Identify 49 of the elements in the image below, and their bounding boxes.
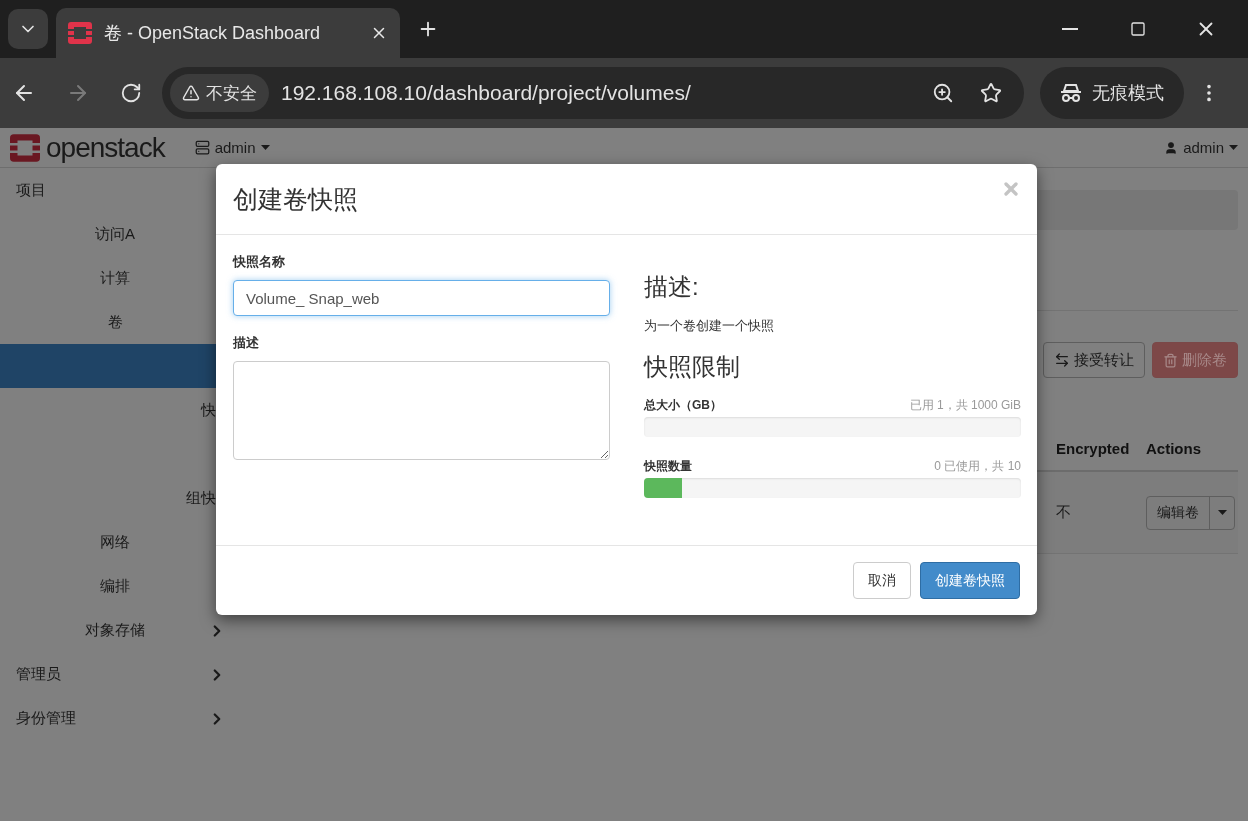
caret-icon bbox=[260, 145, 270, 150]
toolbar-button[interactable]: 删除卷 bbox=[1152, 342, 1238, 378]
cancel-button[interactable]: 取消 bbox=[853, 562, 911, 599]
caret-icon bbox=[1229, 145, 1238, 150]
sidebar-item[interactable]: 管理员 bbox=[0, 652, 230, 696]
address-bar[interactable]: 不安全 192.168.108.10/dashboard/project/volumes/ bbox=[162, 67, 1024, 119]
incognito-chip[interactable]: 无痕模式 bbox=[1040, 67, 1184, 119]
minimize-icon bbox=[1062, 28, 1078, 30]
close-icon bbox=[1001, 179, 1021, 199]
incognito-icon bbox=[1060, 83, 1082, 103]
trash-icon bbox=[1163, 352, 1178, 368]
logo[interactable]: openstack bbox=[10, 131, 165, 164]
section-heading: 快照限制 bbox=[644, 352, 741, 382]
table-cell-text: 不 bbox=[1055, 503, 1072, 522]
column-header: Encrypted bbox=[1055, 440, 1131, 459]
user-icon bbox=[1164, 140, 1179, 155]
field-label: 快照名称 bbox=[233, 253, 286, 271]
url-text: 192.168.108.10/dashboard/project/volumes/ bbox=[281, 81, 692, 105]
server-icon bbox=[194, 140, 210, 155]
zoom-icon[interactable] bbox=[932, 82, 954, 104]
browser-tab[interactable]: 卷 - OpenStack Dashboard bbox=[56, 8, 400, 58]
meter-label: 快照数量 bbox=[644, 458, 692, 475]
field-label: 描述 bbox=[233, 334, 260, 352]
warning-icon bbox=[182, 84, 200, 102]
meter-reading: 已用 1，共 1000 GiB bbox=[909, 397, 1021, 414]
user-dropdown[interactable]: admin bbox=[1164, 139, 1238, 156]
action-split-button[interactable]: 编辑卷 bbox=[1146, 495, 1235, 530]
submit-button[interactable]: 创建卷快照 bbox=[920, 562, 1020, 599]
section-heading: 描述: bbox=[644, 272, 700, 302]
logo-icon bbox=[68, 22, 92, 44]
logo-icon bbox=[10, 133, 40, 162]
security-chip[interactable]: 不安全 bbox=[170, 74, 269, 112]
sidebar-item[interactable]: 对象存储 bbox=[0, 608, 230, 652]
sidebar-item[interactable]: 身份管理 bbox=[0, 696, 230, 740]
transfer-icon bbox=[1054, 352, 1070, 368]
description-field[interactable] bbox=[233, 361, 610, 460]
project-dropdown[interactable]: admin bbox=[194, 139, 270, 156]
caret-icon bbox=[1217, 510, 1227, 515]
tab-title: 卷 - OpenStack Dashboard bbox=[104, 22, 322, 45]
meter-reading: 0 已使用，共 10 bbox=[934, 458, 1021, 475]
description-text: 为一个卷创建一个快照 bbox=[644, 317, 775, 335]
column-header: Actions bbox=[1145, 440, 1202, 459]
maximize-icon bbox=[1130, 21, 1146, 37]
toolbar-button[interactable]: 接受转让 bbox=[1043, 342, 1145, 378]
star-icon[interactable] bbox=[980, 82, 1002, 104]
modal-title: 创建卷快照 bbox=[233, 183, 358, 215]
input-field[interactable]: Volume_ Snap_web bbox=[233, 280, 610, 316]
meter-label: 总大小（GB） bbox=[644, 397, 722, 414]
reload-icon[interactable] bbox=[120, 82, 142, 104]
